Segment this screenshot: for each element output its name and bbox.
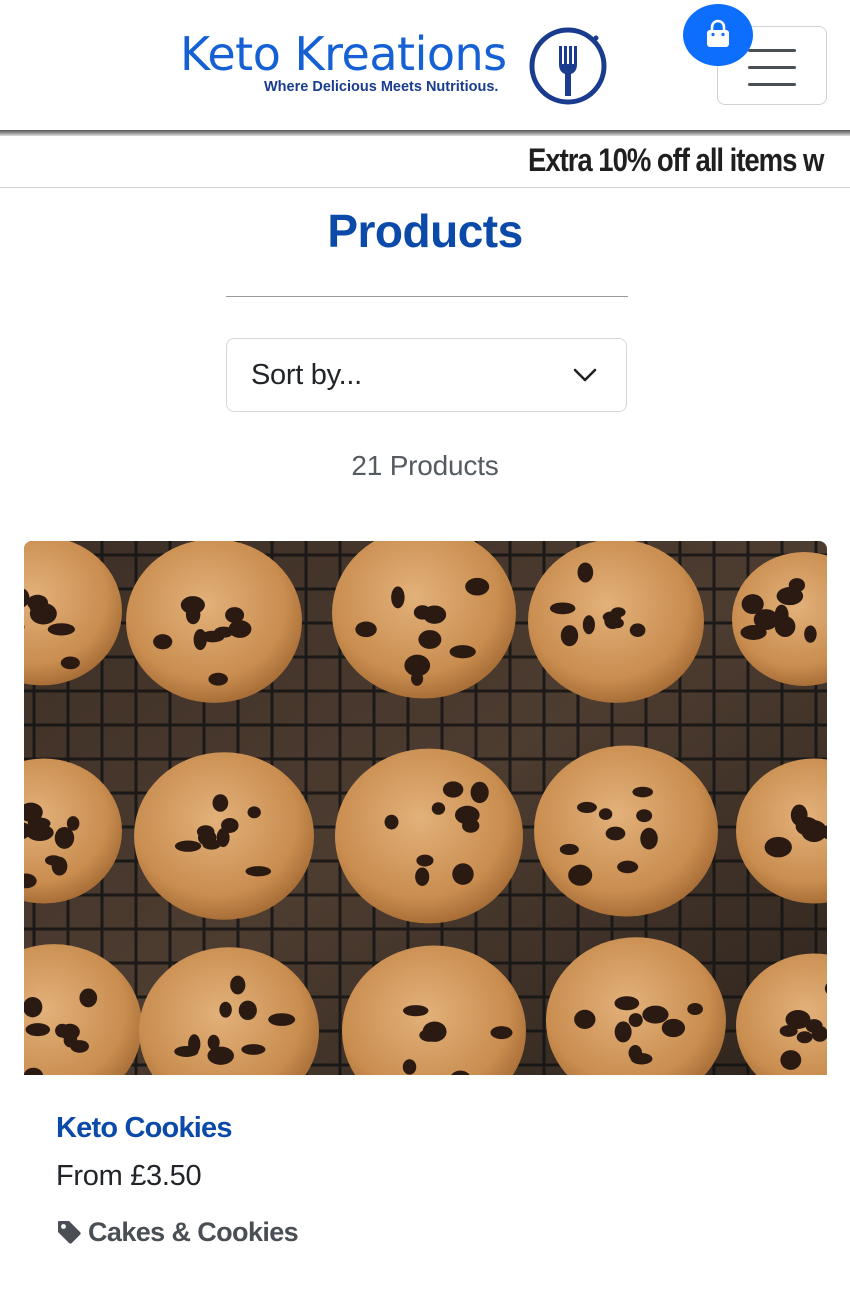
product-category[interactable]: Cakes & Cookies <box>56 1214 299 1250</box>
title-divider <box>226 296 628 297</box>
logo-name: Keto Kreations <box>180 27 507 81</box>
fork-logo-icon <box>529 27 607 105</box>
sort-select[interactable]: Sort by... <box>226 338 627 412</box>
product-name[interactable]: Keto Cookies <box>56 1112 233 1145</box>
tag-icon <box>58 1221 81 1244</box>
site-header: Keto Kreations Where Delicious Meets Nut… <box>0 0 850 132</box>
sort-select-value: Sort by... <box>251 359 362 391</box>
product-price: From £3.50 <box>56 1160 202 1192</box>
shopping-bag-icon <box>707 19 729 47</box>
hamburger-menu-icon <box>748 49 796 52</box>
promo-banner: Extra 10% off all items w <box>0 136 850 188</box>
hamburger-bar <box>748 66 796 69</box>
hamburger-bar <box>748 83 796 86</box>
product-category-label: Cakes & Cookies <box>88 1216 299 1247</box>
page-title: Products <box>327 205 523 257</box>
product-count: 21 Products <box>351 450 499 481</box>
promo-banner-text: Extra 10% off all items w <box>528 142 824 178</box>
logo-tagline: Where Delicious Meets Nutritious. <box>264 79 499 95</box>
chevron-down-icon <box>573 368 597 382</box>
cart-button[interactable] <box>683 4 753 66</box>
product-image[interactable] <box>24 541 827 1075</box>
chocolate-chip-cookies-image <box>24 541 827 1075</box>
site-logo[interactable]: Keto Kreations Where Delicious Meets Nut… <box>180 24 612 108</box>
